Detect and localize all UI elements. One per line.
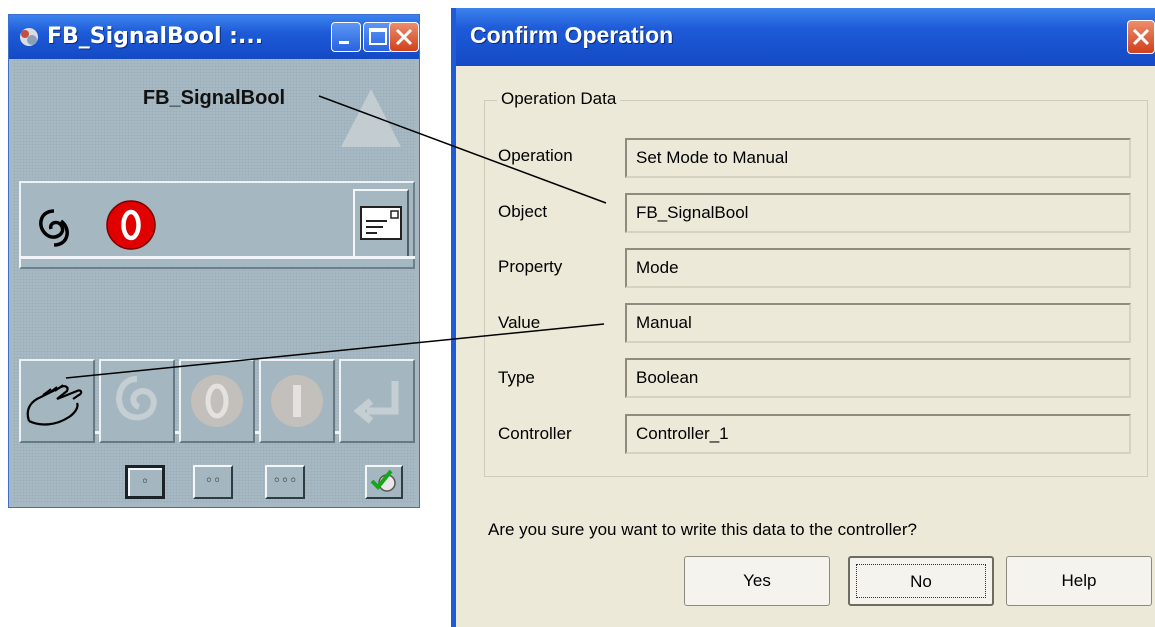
object-leader-line xyxy=(318,95,607,204)
value-leader-line xyxy=(65,323,605,379)
annotation-lines xyxy=(65,95,607,379)
